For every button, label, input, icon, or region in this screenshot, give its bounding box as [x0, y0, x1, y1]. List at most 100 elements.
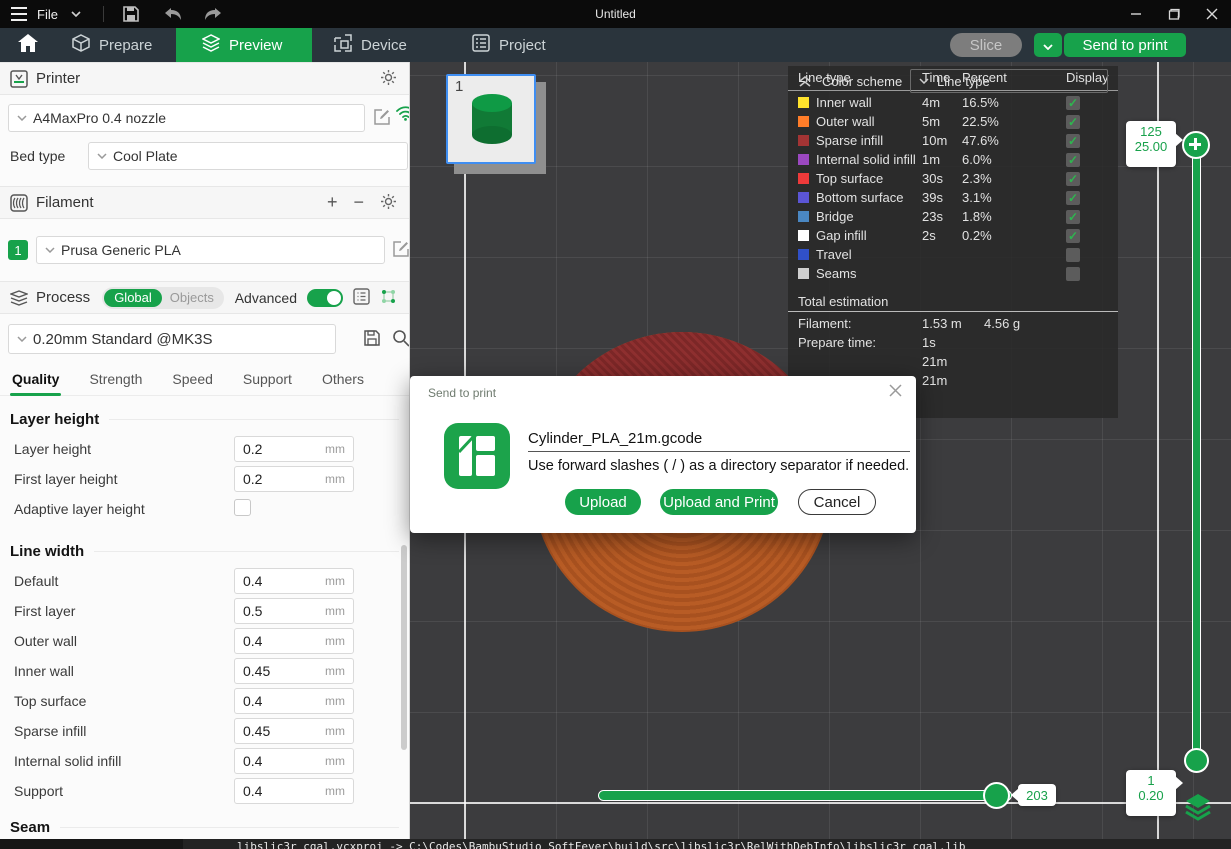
- param-unit: mm: [325, 472, 345, 486]
- upload-button[interactable]: Upload: [565, 489, 641, 515]
- param-row: Adaptive layer height: [0, 494, 409, 524]
- process-section-title: Process: [36, 289, 90, 306]
- filament-preset-select[interactable]: Prusa Generic PLA: [36, 236, 385, 264]
- slice-button[interactable]: Slice: [950, 33, 1022, 57]
- plus-icon: [1194, 138, 1197, 150]
- gcode-move-slider-track[interactable]: [598, 790, 1012, 801]
- tooltip-pointer: [1011, 788, 1019, 802]
- line-width-top-surface-input[interactable]: 0.4 mm: [234, 688, 354, 714]
- undo-icon[interactable]: [162, 3, 184, 25]
- line-width-support-input[interactable]: 0.4 mm: [234, 778, 354, 804]
- line-width-outer-wall-input[interactable]: 0.4 mm: [234, 628, 354, 654]
- display-checkbox[interactable]: ✓: [1066, 96, 1080, 110]
- save-icon[interactable]: [120, 3, 142, 25]
- printer-settings-gear-icon[interactable]: [380, 69, 397, 89]
- display-checkbox[interactable]: ✓: [1066, 191, 1080, 205]
- line-type-label: Seams: [816, 266, 922, 281]
- upload-and-print-button[interactable]: Upload and Print: [660, 489, 778, 515]
- redo-icon[interactable]: [202, 3, 224, 25]
- line-type-time: 23s: [922, 209, 962, 224]
- first-layer-height-input[interactable]: 0.2 mm: [234, 466, 354, 492]
- layer-slider-track[interactable]: [1192, 145, 1201, 760]
- collapse-panel-icon[interactable]: [798, 75, 812, 87]
- move-value: 203: [1026, 788, 1048, 803]
- legend-row: Seams: [788, 264, 1118, 283]
- build-log-text: libslic3r_cgal.vcxproj -> C:\Codes\Bambu…: [237, 840, 965, 849]
- layer-slider-bottom-handle[interactable]: [1184, 748, 1209, 773]
- line-type-time: 2s: [922, 228, 962, 243]
- file-menu-button[interactable]: File: [8, 3, 87, 25]
- line-width-first-layer-input[interactable]: 0.5 mm: [234, 598, 354, 624]
- filament-edit-icon[interactable]: [392, 240, 410, 261]
- adaptive-layer-height-checkbox[interactable]: [234, 499, 251, 516]
- line-type-time: 30s: [922, 171, 962, 186]
- tab-others[interactable]: Others: [322, 362, 364, 396]
- maximize-button[interactable]: [1155, 0, 1193, 28]
- tab-device[interactable]: Device: [334, 28, 434, 62]
- dialog-close-icon[interactable]: [889, 384, 902, 401]
- view-mode-select[interactable]: Line type: [910, 69, 1108, 93]
- display-checkbox[interactable]: ✓: [1066, 210, 1080, 224]
- filament-settings-gear-icon[interactable]: [380, 193, 397, 213]
- remove-filament-icon[interactable]: −: [353, 192, 364, 213]
- parameter-list-icon[interactable]: [353, 288, 370, 308]
- grid-major-line: [1157, 62, 1159, 839]
- display-checkbox[interactable]: ✓: [1066, 229, 1080, 243]
- wifi-icon[interactable]: [396, 106, 410, 124]
- search-icon[interactable]: [392, 329, 410, 350]
- minimize-button[interactable]: [1117, 0, 1155, 28]
- bed-type-select[interactable]: Cool Plate: [88, 142, 408, 170]
- line-type-label: Gap infill: [816, 228, 922, 243]
- save-preset-icon[interactable]: [363, 329, 381, 350]
- directory-separator-hint: Use forward slashes ( / ) as a directory…: [528, 458, 909, 474]
- cylinder-model-icon: [464, 89, 520, 149]
- layer-height-input[interactable]: 0.2 mm: [234, 436, 354, 462]
- tab-preview[interactable]: Preview: [176, 28, 312, 62]
- process-scope-toggle[interactable]: Global Objects: [102, 287, 224, 309]
- add-filament-icon[interactable]: +: [327, 192, 338, 213]
- display-checkbox[interactable]: ✓: [1066, 115, 1080, 129]
- sidebar-scrollbar[interactable]: [401, 545, 407, 750]
- scope-global-option[interactable]: Global: [104, 289, 162, 307]
- display-checkbox[interactable]: [1066, 248, 1080, 262]
- send-to-print-button[interactable]: Send to print: [1064, 33, 1186, 57]
- display-checkbox[interactable]: ✓: [1066, 172, 1080, 186]
- tab-strength[interactable]: Strength: [89, 362, 142, 396]
- upload-filename-input[interactable]: Cylinder_PLA_21m.gcode: [528, 426, 910, 452]
- line-width-sparse-infill-input[interactable]: 0.45 mm: [234, 718, 354, 744]
- tab-prepare[interactable]: Prepare: [62, 28, 166, 62]
- close-button[interactable]: [1193, 0, 1231, 28]
- param-label: Sparse infill: [14, 723, 86, 739]
- printer-preset-select[interactable]: A4MaxPro 0.4 nozzle: [8, 104, 365, 132]
- tab-quality[interactable]: Quality: [12, 362, 59, 396]
- tab-project[interactable]: Project: [472, 28, 572, 62]
- process-preset-select[interactable]: 0.20mm Standard @MK3S: [8, 324, 336, 354]
- scope-objects-option[interactable]: Objects: [162, 290, 222, 305]
- cancel-button[interactable]: Cancel: [798, 489, 876, 515]
- tab-speed[interactable]: Speed: [172, 362, 212, 396]
- chevron-down-icon: [97, 153, 107, 159]
- line-width-inner-wall-input[interactable]: 0.45 mm: [234, 658, 354, 684]
- send-options-dropdown-button[interactable]: [1034, 33, 1062, 57]
- display-checkbox[interactable]: ✓: [1066, 153, 1080, 167]
- gcode-move-slider-handle[interactable]: [983, 782, 1010, 809]
- home-button[interactable]: [8, 28, 48, 62]
- layers-icon[interactable]: [1183, 793, 1213, 824]
- legend-row: Top surface 30s 2.3% ✓: [788, 169, 1118, 188]
- display-checkbox[interactable]: ✓: [1066, 134, 1080, 148]
- process-compare-icon[interactable]: [380, 288, 397, 308]
- printer-edit-icon[interactable]: [373, 108, 391, 129]
- tab-preview-label: Preview: [229, 37, 282, 54]
- slice-button-label: Slice: [970, 37, 1003, 54]
- line-width-internal-solid-infill-input[interactable]: 0.4 mm: [234, 748, 354, 774]
- line-type-time: 5m: [922, 114, 962, 129]
- plate-thumbnail[interactable]: 1: [446, 74, 536, 164]
- tab-support[interactable]: Support: [243, 362, 292, 396]
- param-value: 0.4: [243, 783, 325, 799]
- param-unit: mm: [325, 574, 345, 588]
- line-width-default-input[interactable]: 0.4 mm: [234, 568, 354, 594]
- layer-slider-top-handle[interactable]: [1182, 131, 1210, 159]
- advanced-toggle[interactable]: [307, 289, 343, 307]
- display-checkbox[interactable]: [1066, 267, 1080, 281]
- printer-section-header: Printer: [0, 62, 409, 95]
